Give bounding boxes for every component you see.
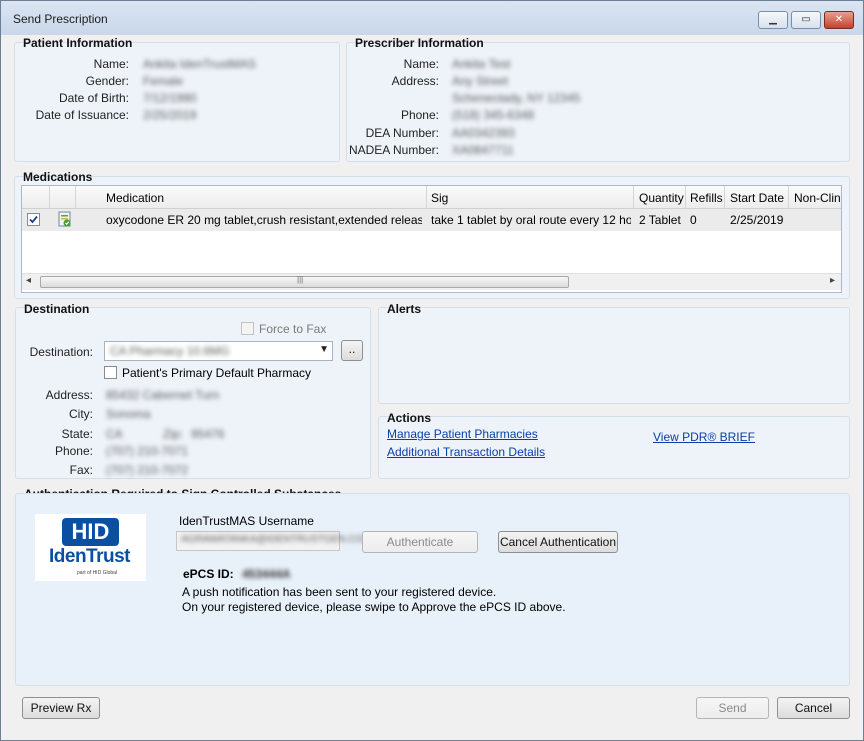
- hid-logo-mark: HID: [62, 518, 119, 546]
- dest-city-value: Sonoma: [106, 407, 151, 421]
- dest-fax-value: (707) 210-7072: [106, 463, 189, 477]
- dest-phone-label: Phone:: [54, 444, 93, 458]
- authenticate-button[interactable]: Authenticate: [362, 531, 478, 553]
- patient-issuance-value: 2/25/2019: [143, 108, 197, 122]
- cell-refills: 0: [690, 213, 697, 227]
- cancel-button[interactable]: Cancel: [777, 697, 850, 719]
- medications-title: Medications: [23, 170, 93, 184]
- dest-phone-value: (707) 210-7071: [106, 444, 189, 458]
- dest-city-label: City:: [69, 407, 93, 421]
- prescriber-phone-label: Phone:: [400, 108, 439, 122]
- scrollbar-grip-icon: |||: [297, 275, 304, 284]
- patient-gender-label: Gender:: [85, 74, 129, 88]
- prescriber-name-label: Name:: [403, 57, 439, 71]
- destination-label: Destination:: [29, 345, 93, 359]
- prescriber-address-line2: Schenectady, NY 12345: [452, 91, 581, 105]
- cell-start-date: 2/25/2019: [730, 213, 784, 227]
- dest-zip-label: Zip:: [163, 427, 184, 441]
- force-to-fax-label: Force to Fax: [259, 322, 327, 336]
- column-header-medication[interactable]: Medication: [106, 191, 416, 205]
- patient-dob-value: 7/12/1990: [143, 91, 197, 105]
- minimize-button[interactable]: ▁: [758, 11, 788, 29]
- patient-gender-value: Female: [143, 74, 184, 88]
- cell-quantity: 2 Tablet: [639, 213, 681, 227]
- prescriber-phone-value: (518) 345-6348: [452, 108, 535, 122]
- identrust-logo-text: IdenTrust: [49, 546, 131, 567]
- restore-button[interactable]: ▭: [791, 11, 821, 29]
- prescriber-info-title: Prescriber Information: [355, 36, 484, 50]
- primary-default-pharmacy-label: Patient's Primary Default Pharmacy: [122, 366, 312, 380]
- table-row[interactable]: oxycodone ER 20 mg tablet,crush resistan…: [22, 209, 841, 231]
- epcs-id-value: 453444A: [242, 567, 291, 581]
- dest-zip-value: 95476: [191, 427, 225, 441]
- patient-dob-label: Date of Birth:: [58, 91, 129, 105]
- prescriber-address-label: Address:: [391, 74, 439, 88]
- alerts-group: [378, 307, 850, 404]
- chevron-down-icon: ▼: [319, 344, 329, 355]
- cell-sig: take 1 tablet by oral route every 12 hou…: [431, 213, 631, 227]
- horizontal-scrollbar[interactable]: ◂ ||| ▸: [22, 273, 841, 290]
- destination-selected-value: CA Pharmacy 10.6MG: [110, 344, 230, 358]
- username-input[interactable]: AGRAWATANKA@IDENTRUSTGEN.COM: [176, 531, 372, 551]
- logo-subtitle: part of HID Global: [77, 570, 118, 576]
- row-select-checkbox[interactable]: [27, 213, 40, 226]
- dest-fax-label: Fax:: [69, 463, 93, 477]
- prescriber-dea-label: DEA Number:: [365, 126, 439, 140]
- epcs-id-label: ePCS ID:: [183, 567, 234, 581]
- send-prescription-window: Send Prescription ▁ ▭ ✕ Patient Informat…: [0, 0, 864, 741]
- destination-dropdown[interactable]: CA Pharmacy 10.6MG ▼: [104, 341, 333, 361]
- prescription-pad-icon[interactable]: [57, 211, 73, 231]
- push-notification-message: A push notification has been sent to you…: [182, 585, 497, 599]
- column-header-non-clinic[interactable]: Non-Clinic: [794, 191, 840, 205]
- browse-pharmacy-button[interactable]: ..: [341, 340, 363, 361]
- destination-title: Destination: [24, 302, 90, 316]
- prescriber-name-value: Ankita Test: [452, 57, 511, 71]
- prescriber-dea-value: AA0342393: [452, 126, 515, 140]
- cell-medication: oxycodone ER 20 mg tablet,crush resistan…: [106, 213, 422, 227]
- medications-grid-header: Medication Sig Quantity Refills Start Da…: [22, 186, 841, 209]
- send-button[interactable]: Send: [696, 697, 769, 719]
- prescriber-nadea-value: XA0847711: [452, 143, 514, 157]
- primary-default-pharmacy-checkbox[interactable]: [104, 366, 117, 379]
- preview-rx-button[interactable]: Preview Rx: [22, 697, 100, 719]
- swipe-approve-message: On your registered device, please swipe …: [182, 600, 566, 614]
- username-label: IdenTrustMAS Username: [179, 514, 314, 528]
- close-button[interactable]: ✕: [824, 11, 854, 29]
- prescriber-nadea-label: NADEA Number:: [348, 143, 439, 157]
- patient-issuance-label: Date of Issuance:: [35, 108, 129, 122]
- manage-patient-pharmacies-link[interactable]: Manage Patient Pharmacies: [387, 427, 538, 441]
- window-title: Send Prescription: [13, 12, 108, 26]
- dest-address-value: 85432 Cabernet Turn: [106, 388, 220, 402]
- username-value: AGRAWATANKA@IDENTRUSTGEN.COM: [181, 534, 372, 545]
- column-header-quantity[interactable]: Quantity: [639, 191, 687, 205]
- alerts-title: Alerts: [387, 302, 422, 316]
- view-pdr-brief-link[interactable]: View PDR® BRIEF: [653, 430, 755, 444]
- patient-name-value: Ankita IdenTrustMAS: [143, 57, 256, 71]
- scrollbar-thumb[interactable]: |||: [40, 275, 569, 288]
- hid-identrust-logo: HID IdenTrust part of HID Global: [35, 514, 146, 581]
- title-bar: Send Prescription ▁ ▭ ✕: [1, 1, 863, 35]
- actions-title: Actions: [387, 411, 432, 425]
- cancel-authentication-button[interactable]: Cancel Authentication: [498, 531, 618, 553]
- checkmark-icon: [29, 215, 38, 224]
- patient-info-title: Patient Information: [23, 36, 133, 50]
- medications-grid: Medication Sig Quantity Refills Start Da…: [21, 185, 842, 293]
- scroll-right-arrow-icon[interactable]: ▸: [830, 275, 835, 286]
- prescriber-address-line1: Any Street: [452, 74, 509, 88]
- scroll-left-arrow-icon[interactable]: ◂: [26, 275, 31, 286]
- dest-state-label: State:: [61, 427, 93, 441]
- dest-state-value: CA: [106, 427, 123, 441]
- force-to-fax-checkbox[interactable]: [241, 322, 254, 335]
- dialog-body: Patient Information Name: Ankita IdenTru…: [7, 35, 857, 735]
- column-header-start-date[interactable]: Start Date: [730, 191, 790, 205]
- additional-transaction-details-link[interactable]: Additional Transaction Details: [387, 445, 545, 459]
- patient-name-label: Name:: [93, 57, 129, 71]
- dest-address-label: Address:: [45, 388, 93, 402]
- column-header-sig[interactable]: Sig: [431, 191, 631, 205]
